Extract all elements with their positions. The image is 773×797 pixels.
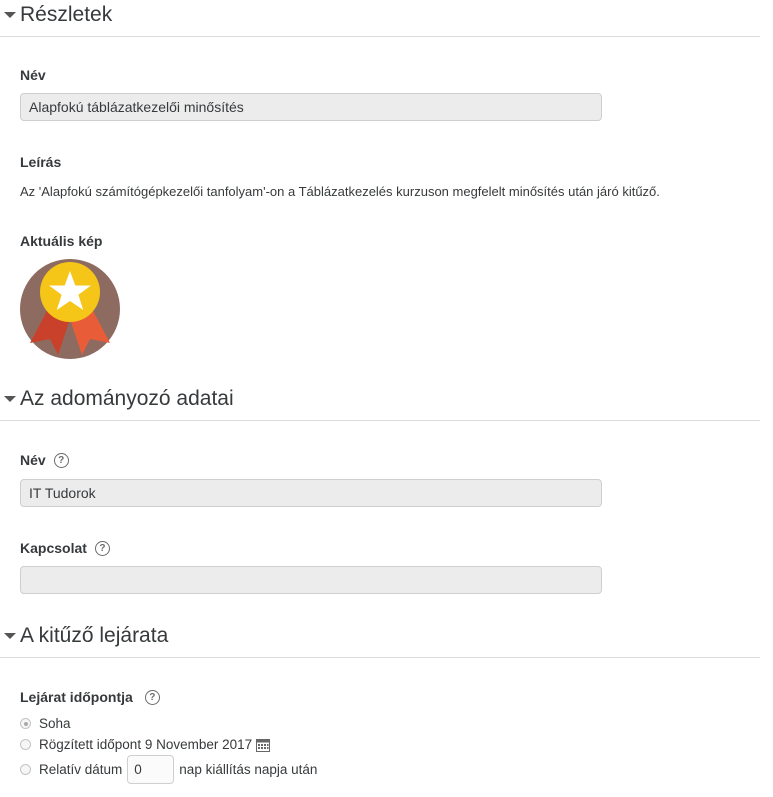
section-title-expiry: A kitűző lejárata bbox=[20, 624, 169, 647]
collapse-chevron-icon[interactable] bbox=[4, 12, 16, 18]
collapse-chevron-icon[interactable] bbox=[4, 633, 16, 639]
name-label-text: Név bbox=[20, 67, 46, 83]
expiry-date-label: Lejárat időpontja ? bbox=[20, 688, 160, 706]
issuer-name-label: Név ? bbox=[20, 451, 69, 469]
current-image-label-text: Aktuális kép bbox=[20, 233, 103, 249]
option-relative-suffix: nap kiállítás napja után bbox=[179, 762, 318, 777]
radio-never[interactable] bbox=[20, 718, 31, 729]
calendar-icon[interactable] bbox=[256, 738, 271, 752]
description-label-text: Leírás bbox=[20, 154, 62, 170]
help-icon[interactable]: ? bbox=[144, 689, 160, 705]
option-never-label: Soha bbox=[39, 716, 71, 731]
issuer-contact-label-text: Kapcsolat bbox=[20, 540, 87, 556]
section-header-expiry[interactable]: A kitűző lejárata bbox=[0, 621, 760, 658]
relative-days-input[interactable]: 0 bbox=[127, 755, 175, 784]
radio-fixed[interactable] bbox=[20, 739, 31, 750]
issuer-name-field[interactable]: IT Tudorok bbox=[20, 479, 602, 507]
description-text: Az 'Alapfokú számítógépkezelői tanfolyam… bbox=[20, 184, 660, 199]
issuer-name-label-text: Név bbox=[20, 452, 46, 468]
name-label: Név bbox=[20, 66, 46, 84]
help-icon[interactable]: ? bbox=[94, 540, 110, 556]
section-header-details[interactable]: Részletek bbox=[0, 0, 760, 37]
expiry-option-fixed[interactable]: Rögzített időpont 9 November 2017 bbox=[20, 737, 271, 752]
expiry-option-never[interactable]: Soha bbox=[20, 716, 71, 731]
section-title-details: Részletek bbox=[20, 3, 113, 26]
issuer-contact-field[interactable] bbox=[20, 566, 602, 594]
option-relative-prefix: Relatív dátum bbox=[39, 762, 123, 777]
current-image-label: Aktuális kép bbox=[20, 232, 102, 250]
help-icon[interactable]: ? bbox=[53, 452, 69, 468]
issuer-contact-label: Kapcsolat ? bbox=[20, 539, 110, 557]
radio-relative[interactable] bbox=[20, 764, 31, 775]
collapse-chevron-icon[interactable] bbox=[4, 396, 16, 402]
section-header-issuer[interactable]: Az adományozó adatai bbox=[0, 384, 760, 421]
description-label: Leírás bbox=[20, 153, 61, 171]
badge-name-field[interactable]: Alapfokú táblázatkezelői minősítés bbox=[20, 93, 602, 121]
section-title-issuer: Az adományozó adatai bbox=[20, 387, 234, 410]
expiry-date-label-text: Lejárat időpontja bbox=[20, 689, 133, 705]
badge-image bbox=[20, 259, 120, 359]
option-fixed-label: Rögzített időpont 9 November 2017 bbox=[39, 737, 253, 752]
expiry-option-relative[interactable]: Relatív dátum 0 nap kiállítás napja után bbox=[20, 755, 317, 784]
